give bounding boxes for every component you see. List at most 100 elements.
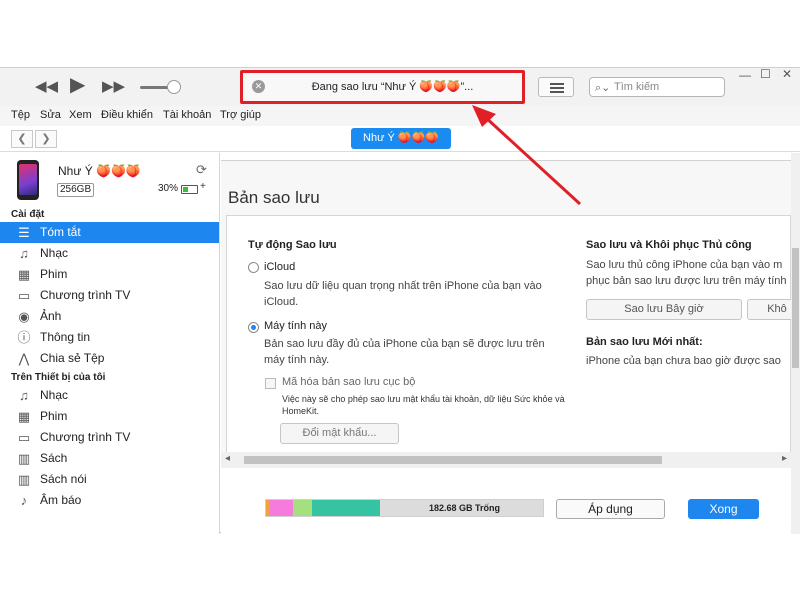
restore-backup-button[interactable]: Khô — [747, 299, 791, 320]
tv-icon: ▭ — [17, 430, 31, 445]
battery-icon — [181, 185, 198, 194]
this-computer-description-2: máy tính này. — [264, 354, 330, 366]
sidebar-device-item[interactable]: ♫ Nhạc — [0, 385, 219, 406]
sidebar-device-item-label: Phim — [40, 409, 68, 423]
this-computer-label[interactable]: Máy tính này — [264, 320, 327, 332]
sidebar-device-item[interactable]: ▥ Sách — [0, 448, 219, 469]
menu-view[interactable]: Xem — [69, 109, 92, 121]
sidebar-settings-item-label: Thông tin — [40, 330, 91, 344]
info-icon: ⓘ — [17, 330, 31, 345]
apply-button[interactable]: Áp dụng — [556, 499, 665, 519]
camera-icon: ◉ — [18, 309, 30, 324]
sidebar-settings-item-label: Chia sẻ Tệp — [40, 351, 105, 365]
status-display: ✕ Đang sao lưu “Như Ý 🍑🍑🍑”... — [240, 70, 525, 104]
device-name: Như Ý 🍑🍑🍑 — [58, 164, 141, 178]
sidebar-settings-item[interactable]: ♫ Nhạc — [0, 243, 219, 264]
sidebar-settings-item-label: Nhạc — [40, 246, 69, 260]
sidebar-device-item-label: Âm báo — [40, 493, 82, 507]
status-text: Đang sao lưu “Như Ý 🍑🍑🍑”... — [311, 81, 474, 93]
sidebar-device-item-label: Sách — [40, 451, 68, 465]
latest-backup-title: Bản sao lưu Mới nhất: — [586, 336, 703, 348]
itunes-window: ◀◀ ▶ ▶▶ ✕ Đang sao lưu “Như Ý 🍑🍑🍑”... ⌕⌄… — [0, 67, 800, 534]
storage-segment — [312, 500, 380, 516]
sidebar-settings-item[interactable]: ▦ Phim — [0, 264, 219, 285]
menu-controls[interactable]: Điều khiển — [101, 109, 153, 121]
sidebar-device-item-label: Sách nói — [40, 472, 87, 486]
sidebar-settings-item-label: Chương trình TV — [40, 288, 131, 302]
this-computer-radio[interactable] — [248, 322, 259, 333]
icloud-radio[interactable] — [248, 262, 259, 273]
play-icon[interactable]: ▶ — [70, 75, 85, 95]
storage-segment — [293, 500, 312, 516]
menu-edit[interactable]: Sửa — [40, 109, 61, 121]
sidebar: Như Ý 🍑🍑🍑 ⟳ 256GB 30% + Cài đặt ☰ Tóm tắt… — [0, 153, 220, 534]
rewind-icon[interactable]: ◀◀ — [35, 77, 58, 97]
encrypt-label[interactable]: Mã hóa bản sao lưu cục bộ — [282, 376, 415, 388]
sidebar-settings-item[interactable]: ☰ Tóm tắt — [0, 222, 219, 243]
sidebar-settings-item[interactable]: ▭ Chương trình TV — [0, 285, 219, 306]
sync-icon[interactable]: ⟳ — [196, 162, 207, 178]
music-icon: ♫ — [19, 388, 29, 403]
capacity-badge: 256GB — [57, 183, 95, 197]
file-sharing-icon: ⋀ — [18, 351, 30, 366]
sidebar-settings-item-label: Ảnh — [40, 309, 62, 323]
menu-account[interactable]: Tài khoản — [163, 109, 211, 121]
device-button[interactable]: Như Ý 🍑🍑🍑 — [351, 128, 451, 149]
volume-knob[interactable] — [167, 80, 181, 94]
horizontal-scrollbar[interactable]: ◂ ▸ — [221, 452, 791, 468]
encrypt-description: Việc này sẽ cho phép sao lưu mật khẩu tà… — [282, 394, 565, 404]
device-header: Trên Thiết bị của tôi — [11, 372, 106, 383]
sidebar-device-item-label: Nhạc — [40, 388, 69, 402]
latest-backup-description: iPhone của bạn chưa bao giờ được sao — [586, 355, 781, 367]
minimize-icon[interactable]: — — [739, 68, 751, 82]
done-button[interactable]: Xong — [688, 499, 759, 519]
auto-backup-title: Tự động Sao lưu — [248, 239, 337, 251]
section-title: Bản sao lưu — [228, 188, 320, 207]
free-space-label: 182.68 GB Trống — [428, 503, 501, 513]
change-password-button[interactable]: Đổi mật khẩu... — [280, 423, 399, 444]
sidebar-device-item-label: Chương trình TV — [40, 430, 131, 444]
fast-forward-icon[interactable]: ▶▶ — [102, 77, 125, 97]
back-button[interactable]: ❮ — [11, 130, 33, 148]
search-input[interactable]: ⌕⌄ Tìm kiếm — [589, 77, 725, 97]
scroll-left-icon[interactable]: ◂ — [225, 453, 230, 464]
vertical-scrollbar[interactable] — [791, 153, 800, 534]
backup-now-button[interactable]: Sao lưu Bây giờ — [586, 299, 742, 320]
main-content: Bản sao lưu Tự động Sao lưu iCloud Sao l… — [221, 153, 791, 453]
navigation-row: ❮ ❯ Như Ý 🍑🍑🍑 — [0, 126, 800, 152]
book-icon: ▥ — [17, 451, 31, 466]
iphone-icon — [17, 160, 39, 200]
menu-file[interactable]: Tệp — [11, 109, 30, 121]
toolbar: ◀◀ ▶ ▶▶ ✕ Đang sao lưu “Như Ý 🍑🍑🍑”... ⌕⌄… — [0, 67, 800, 106]
manual-backup-description-2: phục bản sao lưu được lưu trên máy tính — [586, 275, 787, 287]
encrypt-checkbox[interactable] — [265, 378, 276, 389]
manual-backup-title: Sao lưu và Khôi phục Thủ công — [586, 239, 752, 251]
settings-header: Cài đặt — [11, 209, 45, 220]
sidebar-device-item[interactable]: ♪ Âm báo — [0, 490, 219, 511]
horizontal-scroll-thumb[interactable] — [244, 456, 662, 464]
sidebar-device-item[interactable]: ▭ Chương trình TV — [0, 427, 219, 448]
storage-segment — [269, 500, 293, 516]
close-icon[interactable]: ✕ — [782, 67, 792, 81]
vertical-scroll-thumb[interactable] — [792, 248, 799, 368]
scroll-right-icon[interactable]: ▸ — [782, 453, 787, 464]
forward-button[interactable]: ❯ — [35, 130, 57, 148]
sidebar-settings-item-label: Phim — [40, 267, 68, 281]
sidebar-settings-item[interactable]: ⓘ Thông tin — [0, 327, 219, 348]
icloud-label[interactable]: iCloud — [264, 261, 295, 273]
music-icon: ♫ — [19, 246, 29, 261]
manual-backup-description: Sao lưu thủ công iPhone của bạn vào m — [586, 259, 783, 271]
menu-help[interactable]: Trợ giúp — [220, 109, 261, 121]
maximize-icon[interactable]: ☐ — [760, 67, 771, 81]
summary-icon: ☰ — [18, 225, 30, 240]
charging-icon: + — [200, 181, 206, 192]
cancel-sync-icon[interactable]: ✕ — [252, 80, 265, 93]
sidebar-device-item[interactable]: ▥ Sách nói — [0, 469, 219, 490]
icloud-description-2: iCloud. — [264, 296, 299, 308]
sidebar-settings-item[interactable]: ⋀ Chia sẻ Tệp — [0, 348, 219, 369]
sidebar-device-item[interactable]: ▦ Phim — [0, 406, 219, 427]
menu-bar: Tệp Sửa Xem Điều khiển Tài khoản Trợ giú… — [0, 106, 800, 126]
sidebar-settings-item[interactable]: ◉ Ảnh — [0, 306, 219, 327]
list-view-button[interactable] — [538, 77, 574, 97]
bottom-bar: 182.68 GB Trống Áp dụng Xong — [221, 468, 791, 534]
